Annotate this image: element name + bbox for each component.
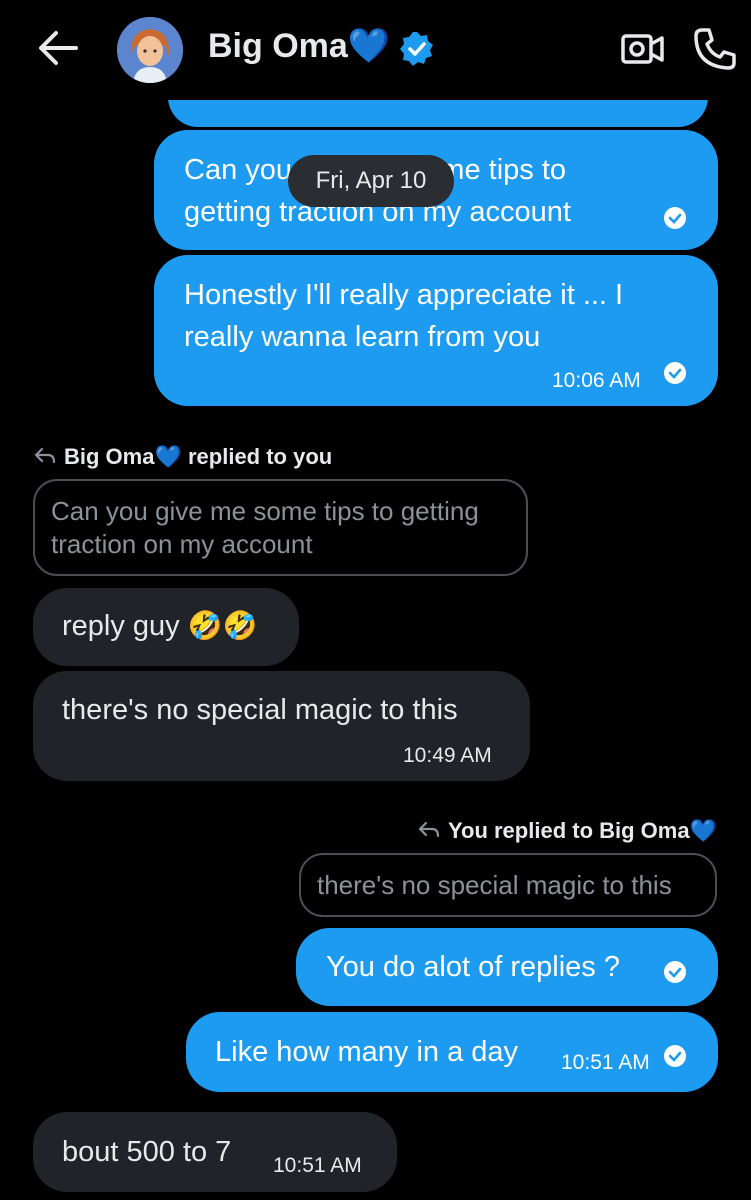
message-text: there's no special magic to this [62,694,458,726]
message-text: You do alot of replies ? [326,951,620,983]
quoted-text: traction on my account [51,529,313,559]
message-text: bout 500 to 7 [62,1136,232,1168]
video-call-icon[interactable] [620,28,666,68]
reply-label-suffix: replied to you [181,444,333,469]
message-timestamp: 10:49 AM [403,744,492,767]
verified-badge-icon [398,30,436,68]
quoted-message[interactable]: there's no special magic to this [299,853,717,917]
reply-arrow-icon [418,819,440,845]
date-divider: Fri, Apr 10 [288,155,454,207]
chat-title[interactable]: Big Oma💙 [208,26,390,66]
read-check-icon [664,362,686,384]
quoted-text: Can you give me some tips to getting [51,496,479,526]
message-text: Like how many in a day [215,1036,519,1068]
contact-name: Big Oma [208,27,348,65]
phone-call-icon[interactable] [692,26,738,72]
heart-emoji: 💙 [689,818,717,843]
message-timestamp: 10:51 AM [561,1051,650,1074]
heart-emoji: 💙 [154,444,182,469]
reply-arrow-icon [34,445,56,471]
message-bubble-outgoing[interactable]: Honestly I'll really appreciate it ... I… [154,255,718,406]
read-check-icon [664,207,686,229]
read-check-icon [664,961,686,983]
quoted-message[interactable]: Can you give me some tips to getting tra… [33,479,528,576]
laughing-emoji: 🤣🤣 [187,610,258,641]
reply-label-name: You replied to Big Oma [447,818,690,843]
message-text: really wanna learn from you [184,321,541,353]
heart-emoji: 💙 [347,27,391,65]
read-check-icon [664,1045,686,1067]
reply-context-label: Big Oma💙 replied to you [34,444,332,471]
chat-header: Big Oma💙 [0,0,751,100]
message-text: reply guy [62,610,180,642]
message-bubble-outgoing[interactable]: You do alot of replies ? [296,928,718,1006]
message-text: Honestly I'll really appreciate it ... I [184,279,624,311]
avatar[interactable] [117,17,183,83]
back-arrow-icon[interactable] [36,28,80,68]
message-bubble-outgoing[interactable]: Like how many in a day 10:51 AM [186,1012,718,1092]
message-timestamp: 10:06 AM [552,369,641,392]
message-bubble-incoming[interactable]: there's no special magic to this 10:49 A… [33,671,530,781]
message-bubble-incoming[interactable]: reply guy 🤣🤣 [33,588,299,666]
quoted-text: there's no special magic to this [317,870,672,900]
reply-label-name: Big Oma [64,444,155,469]
reply-context-label: You replied to Big Oma💙 [418,818,717,845]
message-timestamp: 10:51 AM [273,1154,362,1177]
message-bubble-incoming[interactable]: bout 500 to 7 10:51 AM [33,1112,397,1192]
